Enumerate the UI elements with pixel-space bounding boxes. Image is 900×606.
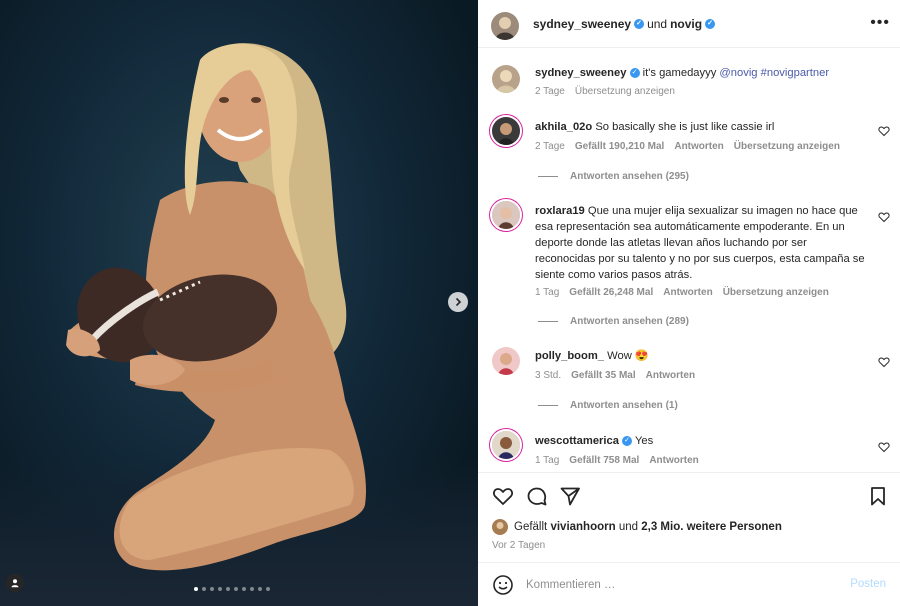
author-avatar[interactable]	[492, 65, 520, 93]
carousel-dot	[226, 587, 230, 591]
post-header: sydney_sweeney ✓ und novig ✓ •••	[478, 0, 900, 48]
carousel-dot	[194, 587, 198, 591]
caption-mention-link[interactable]: @novig	[719, 67, 757, 79]
carousel-indicator	[194, 587, 270, 591]
replies-divider	[538, 176, 558, 177]
comment-username[interactable]: wescottamerica	[535, 435, 619, 447]
view-replies-button[interactable]: Antworten ansehen (295)	[538, 171, 689, 182]
carousel-dot	[234, 587, 238, 591]
carousel-dot	[210, 587, 214, 591]
reply-button[interactable]: Antworten	[663, 287, 712, 298]
post-sidebar: sydney_sweeney ✓ und novig ✓ ••• sydney_…	[478, 0, 900, 606]
commenter-avatar[interactable]	[492, 347, 520, 375]
view-replies-button[interactable]: Antworten ansehen (289)	[538, 316, 689, 327]
comment-username[interactable]: akhila_02o	[535, 121, 592, 133]
comment-time[interactable]: 1 Tag	[535, 455, 559, 466]
likes-conjunction: und	[618, 521, 639, 533]
next-slide-button[interactable]	[448, 292, 468, 312]
likes-others-link[interactable]: 2,3 Mio. weitere Personen	[641, 521, 782, 533]
comments-list[interactable]: sydney_sweeney ✓ it's gamedayyy @novig #…	[478, 49, 900, 472]
user-icon	[11, 579, 19, 588]
emoji-icon[interactable]	[492, 574, 514, 596]
caption-hashtag-link[interactable]: #novigpartner	[761, 67, 829, 79]
reply-button[interactable]: Antworten	[674, 141, 723, 152]
caption-username[interactable]: sydney_sweeney	[535, 67, 626, 79]
liker-avatar[interactable]	[492, 519, 508, 535]
comment-time[interactable]: 3 Std.	[535, 370, 561, 381]
comment-likes[interactable]: Gefällt 758 Mal	[569, 455, 639, 466]
comment-time[interactable]: 1 Tag	[535, 287, 559, 298]
verified-badge-icon: ✓	[634, 19, 645, 29]
tagged-users-button[interactable]	[6, 574, 24, 592]
caption-text: it's gamedayyy	[642, 67, 717, 79]
reply-button[interactable]: Antworten	[649, 455, 698, 466]
verified-badge-icon: ✓	[629, 68, 640, 79]
likes-prefix: Gefällt	[514, 521, 548, 533]
caption-time[interactable]: 2 Tage	[535, 86, 565, 97]
view-replies-label: Antworten ansehen (295)	[570, 171, 689, 182]
carousel-dot	[242, 587, 246, 591]
heart-icon[interactable]	[878, 356, 890, 368]
post-actions: Gefällt vivianhoorn und 2,3 Mio. weitere…	[478, 472, 900, 562]
carousel-dot	[202, 587, 206, 591]
heart-icon[interactable]	[878, 125, 890, 137]
carousel-dot	[250, 587, 254, 591]
post-photo	[66, 43, 366, 571]
heart-icon[interactable]	[878, 441, 890, 453]
replies-divider	[538, 321, 558, 322]
chevron-right-icon	[455, 297, 462, 307]
view-replies-button[interactable]: Antworten ansehen (1)	[538, 400, 678, 411]
view-replies-label: Antworten ansehen (1)	[570, 400, 678, 411]
replies-divider	[538, 405, 558, 406]
post-timestamp[interactable]: Vor 2 Tagen	[492, 540, 545, 551]
verified-badge-icon: ✓	[622, 436, 633, 447]
comment-time[interactable]: 2 Tage	[535, 141, 565, 152]
carousel-dot	[258, 587, 262, 591]
comment-text: Wow 😍	[607, 350, 649, 362]
authors-conjunction: und	[647, 17, 668, 31]
comment-text: So basically she is just like cassie irl	[595, 121, 775, 133]
commenter-avatar[interactable]	[492, 117, 520, 145]
post-authors: sydney_sweeney ✓ und novig ✓	[533, 17, 716, 31]
verified-badge-icon: ✓	[705, 19, 716, 29]
reply-button[interactable]: Antworten	[646, 370, 695, 381]
heart-icon[interactable]	[878, 211, 890, 223]
collaborator-username[interactable]: novig	[670, 17, 702, 31]
liker-username[interactable]: vivianhoorn	[550, 521, 615, 533]
comment-composer: Posten	[478, 562, 900, 606]
post-comment-button[interactable]: Posten	[850, 578, 886, 590]
carousel-dot	[218, 587, 222, 591]
translate-link[interactable]: Übersetzung anzeigen	[734, 141, 840, 152]
bookmark-icon[interactable]	[867, 485, 889, 507]
likes-summary: Gefällt vivianhoorn und 2,3 Mio. weitere…	[492, 519, 782, 535]
carousel-dot	[266, 587, 270, 591]
commenter-avatar[interactable]	[492, 431, 520, 459]
comment-text: Yes	[634, 435, 654, 447]
comment-icon[interactable]	[526, 485, 548, 507]
comment-input[interactable]	[526, 574, 826, 596]
author-avatar[interactable]	[491, 12, 519, 40]
comment-username[interactable]: polly_boom_	[535, 350, 604, 362]
comment-likes[interactable]: Gefällt 26,248 Mal	[569, 287, 653, 298]
commenter-avatar[interactable]	[492, 201, 520, 229]
comment-username[interactable]: roxlara19	[535, 205, 585, 217]
author-username[interactable]: sydney_sweeney	[533, 17, 631, 31]
view-replies-label: Antworten ansehen (289)	[570, 316, 689, 327]
translate-link[interactable]: Übersetzung anzeigen	[723, 287, 829, 298]
share-paper-plane-icon[interactable]	[559, 485, 581, 507]
translate-link[interactable]: Übersetzung anzeigen	[575, 86, 675, 97]
post-media[interactable]	[0, 0, 478, 606]
comment-likes[interactable]: Gefällt 35 Mal	[571, 370, 635, 381]
comment-text: Que una mujer elija sexualizar su imagen…	[535, 205, 865, 281]
like-heart-icon[interactable]	[492, 485, 514, 507]
comment-likes[interactable]: Gefällt 190,210 Mal	[575, 141, 665, 152]
more-horizontal-icon[interactable]: •••	[870, 15, 890, 31]
